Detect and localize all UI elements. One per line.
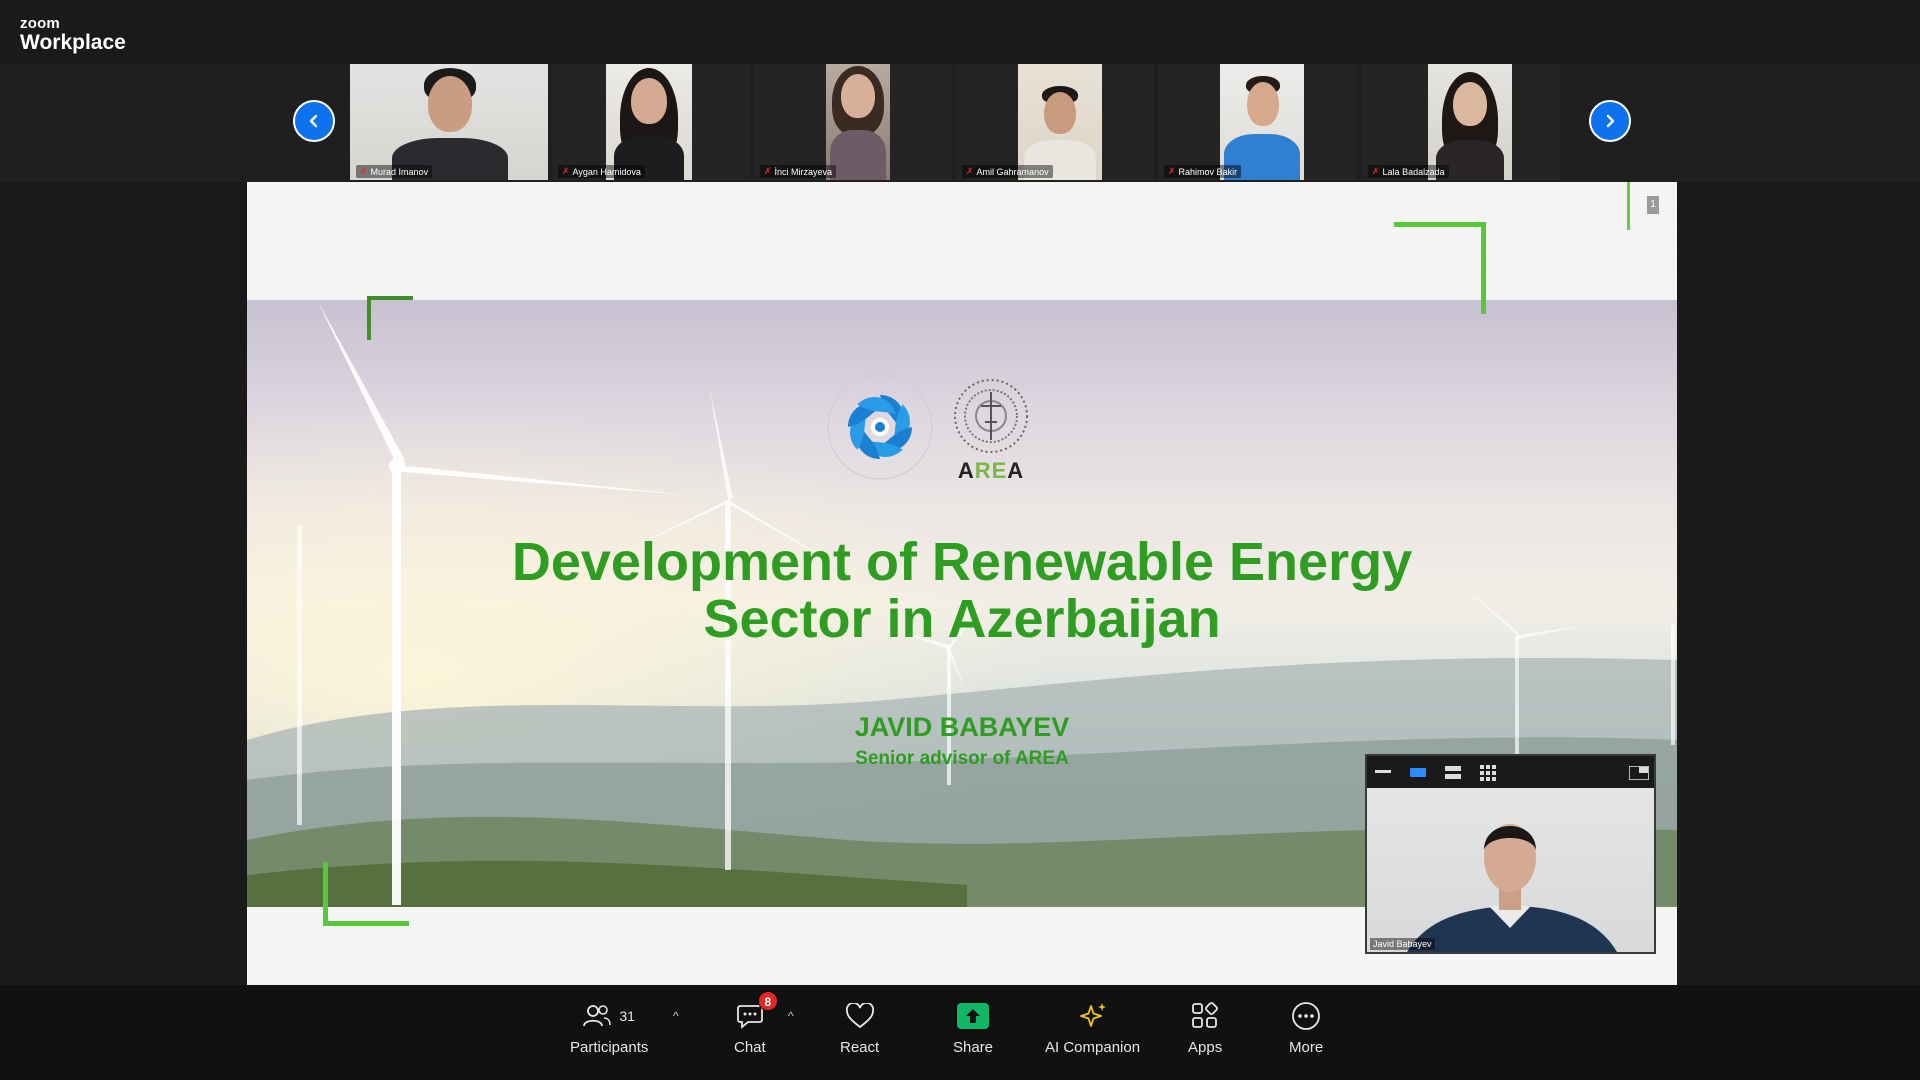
participants-label: Participants [570,1039,649,1056]
mic-muted-icon: ✗ [1372,166,1380,176]
zoom-workplace-logo: zoom Workplace [20,16,126,53]
participants-options-caret[interactable]: ^ [673,1009,679,1023]
area-logo: AREA [947,374,1035,484]
chat-button[interactable]: 8 Chat [734,991,778,1056]
self-view-name-label: Javid Babayev [1370,938,1435,950]
more-label: More [1289,1039,1324,1056]
participant-tile[interactable]: ✗ Amil Gahramanov [956,64,1154,180]
slide-title-line-1: Development of Renewable Energy [511,532,1413,592]
participant-name-label: ✗ Aygan Hamidova [558,165,645,178]
pop-out-icon[interactable] [1629,766,1649,780]
share-screen-icon [957,1003,990,1029]
participant-name-label: ✗ İnci Mirzayeva [760,165,837,178]
top-bar: zoom Workplace [0,0,1920,64]
participant-video [826,64,890,180]
mic-muted-icon: ✗ [764,166,772,176]
minimize-icon[interactable] [1375,770,1391,774]
self-video: Javid Babayev [1367,788,1654,952]
participant-video [350,64,548,180]
participant-tile[interactable]: ✗ Rahimov Bakir [1158,64,1356,180]
strip-view-icon[interactable] [1445,766,1461,780]
brand-zoom-text: zoom [20,15,60,32]
more-button[interactable]: More [1289,999,1323,1056]
mic-muted-icon: ✗ [360,166,368,176]
participant-video [1428,64,1512,180]
ai-companion-label: AI Companion [1045,1039,1141,1056]
apps-icon [1192,1002,1219,1028]
gallery-view-icon[interactable] [1480,765,1496,781]
share-button[interactable]: Share [953,999,993,1056]
apps-label: Apps [1188,1039,1223,1056]
mic-muted-icon: ✗ [562,166,570,176]
slide-presenter-name: JAVID BABAYEV [854,712,1070,742]
chevron-left-icon [309,114,318,128]
ai-companion-button[interactable]: AI Companion [1045,999,1140,1056]
participant-tile[interactable]: ✗ İnci Mirzayeva [754,64,952,180]
participant-tile[interactable]: ✗ Aygan Hamidova [552,64,750,180]
next-page-button[interactable] [1589,100,1631,142]
share-label: Share [953,1039,994,1056]
ai-sparkle-icon [1079,1003,1106,1027]
mic-muted-icon: ✗ [1168,166,1176,176]
chat-label: Chat [734,1039,766,1056]
self-view-window[interactable]: Javid Babayev [1365,754,1656,954]
corner-bracket-top-right [1394,222,1486,314]
meeting-controls-bar: 31 Participants ^ 8 Chat ^ React Share A… [0,985,1920,1080]
corner-bracket-bottom-left [323,862,409,926]
chat-options-caret[interactable]: ^ [788,1009,794,1023]
participant-name-label: ✗ Rahimov Bakir [1164,165,1242,178]
chevron-right-icon [1606,114,1615,128]
slide-page-number: 1 [1647,196,1659,214]
slide-title: Development of Renewable Energy Sector i… [247,534,1677,648]
speaker-view-icon[interactable] [1410,768,1426,777]
slide-divider-line [1627,182,1630,230]
participants-icon [583,1005,612,1027]
corner-bracket-top-left [367,296,413,340]
react-button[interactable]: React [840,999,879,1056]
brand-workplace-text: Workplace [20,31,126,54]
self-view-toolbar [1367,756,1654,788]
participant-name-label: ✗ Amil Gahramanov [962,165,1053,178]
more-icon [1292,1002,1320,1030]
ministry-of-energy-logo [827,374,933,480]
participant-tile[interactable]: ✗ Murad Imanov [350,64,548,180]
participant-video [1220,64,1304,180]
slide-title-line-2: Sector in Azerbaijan [703,589,1221,649]
participants-count: 31 [619,1008,635,1024]
participant-tile[interactable]: ✗ Lala Badalzada [1362,64,1560,180]
participant-video [1018,64,1102,180]
react-label: React [840,1039,880,1056]
heart-icon [845,1003,874,1029]
apps-button[interactable]: Apps [1188,999,1222,1056]
previous-page-button[interactable] [293,100,335,142]
participant-name-label: ✗ Murad Imanov [356,165,433,178]
chat-unread-badge: 8 [757,991,778,1011]
participant-video [606,64,692,180]
mic-muted-icon: ✗ [966,166,974,176]
participant-name-label: ✗ Lala Badalzada [1368,165,1449,178]
participants-button[interactable]: 31 Participants [570,999,648,1056]
